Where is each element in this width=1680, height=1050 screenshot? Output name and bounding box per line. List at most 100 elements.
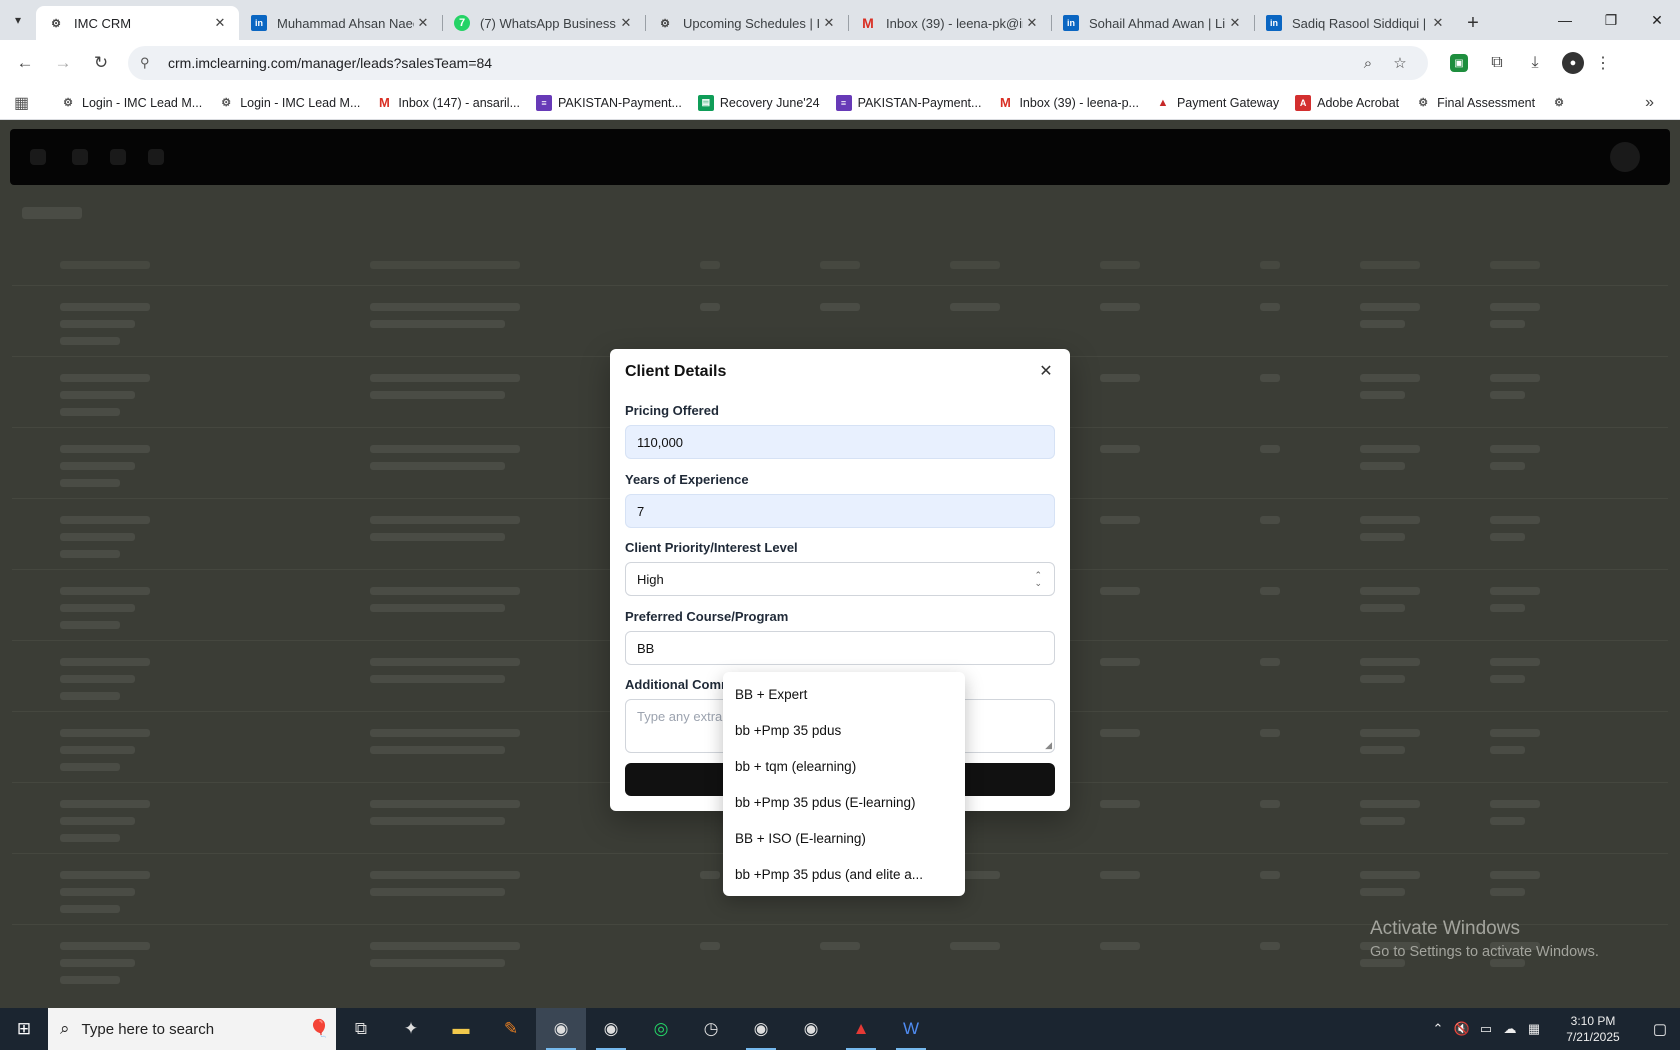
- new-tab-plus-icon[interactable]: +: [1457, 6, 1489, 40]
- network-icon[interactable]: ▦: [1522, 1021, 1546, 1037]
- close-icon[interactable]: ✕: [1429, 14, 1447, 32]
- chevron-double-right-icon[interactable]: »: [1645, 94, 1654, 112]
- clock[interactable]: 3:10 PM 7/21/2025: [1552, 1013, 1634, 1045]
- bookmark-item[interactable]: ⚙ Login - IMC Lead M...: [52, 95, 210, 111]
- table-cell-ghost: [60, 905, 120, 913]
- notification-icon[interactable]: ▢: [1640, 1020, 1680, 1038]
- suggestion-option[interactable]: bb +Pmp 35 pdus: [723, 712, 965, 748]
- url-text[interactable]: crm.imclearning.com/manager/leads?salesT…: [168, 55, 1352, 71]
- bookmark-item[interactable]: ▤ Recovery June'24: [690, 94, 828, 111]
- browser-tab-upcoming-schedules[interactable]: ⚙ Upcoming Schedules | IM ✕: [645, 6, 848, 40]
- suggestion-option[interactable]: BB + ISO (E-learning): [723, 820, 965, 856]
- browser-tab-whatsapp[interactable]: 7 (7) WhatsApp Business ✕: [442, 6, 645, 40]
- table-header-ghost: [1260, 261, 1280, 269]
- close-icon[interactable]: ✕: [1036, 361, 1056, 381]
- table-cell-ghost: [1260, 942, 1280, 950]
- acrobat-icon[interactable]: ▲: [836, 1008, 886, 1050]
- bookmark-item[interactable]: ≡ PAKISTAN-Payment...: [828, 94, 990, 111]
- browser-tab-linkedin-2[interactable]: in Sohail Ahmad Awan | Lin ✕: [1051, 6, 1254, 40]
- chrome-icon[interactable]: ◉: [736, 1008, 786, 1050]
- table-cell-ghost: [60, 729, 150, 737]
- zoom-icon[interactable]: ⌕: [1352, 55, 1384, 72]
- table-cell-ghost: [1260, 516, 1280, 524]
- table-header-ghost: [950, 261, 1000, 269]
- chrome-icon[interactable]: ◉: [786, 1008, 836, 1050]
- close-icon[interactable]: ✕: [414, 14, 432, 32]
- chrome-icon[interactable]: ◉: [536, 1008, 586, 1050]
- close-icon[interactable]: ✕: [211, 14, 229, 32]
- bookmark-label: PAKISTAN-Payment...: [857, 95, 982, 110]
- bookmark-item[interactable]: ≡ PAKISTAN-Payment...: [528, 94, 690, 111]
- close-icon[interactable]: ✕: [820, 14, 838, 32]
- table-cell-ghost: [370, 516, 520, 524]
- chrome-icon[interactable]: ◉: [586, 1008, 636, 1050]
- table-cell-ghost: [700, 871, 720, 879]
- table-header-ghost: [700, 261, 720, 269]
- priority-value: High: [637, 571, 664, 587]
- bookmark-item[interactable]: ⚙ Final Assessment: [1407, 95, 1543, 111]
- download-icon[interactable]: ⤓: [1516, 46, 1554, 80]
- bookmark-star-icon[interactable]: ☆: [1384, 54, 1416, 72]
- file-explorer-icon[interactable]: ▬: [436, 1008, 486, 1050]
- clock-app-icon[interactable]: ◷: [686, 1008, 736, 1050]
- chevron-up-icon[interactable]: ⌃: [1426, 1021, 1450, 1037]
- bookmark-item[interactable]: M Inbox (39) - leena-p...: [989, 95, 1147, 111]
- profile-avatar[interactable]: ●: [1562, 52, 1584, 74]
- browser-tab-imc-crm[interactable]: ⚙ IMC CRM ✕: [36, 6, 239, 40]
- site-info-icon[interactable]: ⚲: [140, 55, 158, 71]
- reload-icon[interactable]: ↻: [84, 46, 118, 80]
- bookmark-item[interactable]: ⚙: [1543, 95, 1581, 111]
- apps-grid-icon[interactable]: ▦: [14, 93, 44, 113]
- bookmark-item[interactable]: A Adobe Acrobat: [1287, 94, 1407, 111]
- camera-icon[interactable]: ▭: [1474, 1021, 1498, 1037]
- gmail-icon: M: [862, 15, 874, 31]
- close-icon[interactable]: ✕: [1023, 14, 1041, 32]
- browser-tab-gmail[interactable]: M Inbox (39) - leena-pk@im ✕: [848, 6, 1051, 40]
- bookmark-item[interactable]: ▲ Payment Gateway: [1147, 95, 1287, 111]
- course-input[interactable]: BB: [625, 631, 1055, 665]
- pricing-input[interactable]: 110,000: [625, 425, 1055, 459]
- close-window-icon[interactable]: ✕: [1634, 0, 1680, 40]
- windows-start-icon[interactable]: ⊞: [0, 1008, 48, 1050]
- close-icon[interactable]: ✕: [1226, 14, 1244, 32]
- restore-icon[interactable]: ❐: [1588, 0, 1634, 40]
- comments-label: Additional Comm: [625, 677, 733, 692]
- puzzle-extensions-icon[interactable]: ⧉: [1478, 46, 1516, 80]
- taskbar-search[interactable]: ⌕ Type here to search 🎈: [48, 1008, 336, 1050]
- close-icon[interactable]: ✕: [617, 14, 635, 32]
- table-cell-ghost: [60, 658, 150, 666]
- word-icon[interactable]: W: [886, 1008, 936, 1050]
- bookmark-item[interactable]: M Inbox (147) - ansaril...: [368, 95, 528, 111]
- tab-search-chevron-icon[interactable]: ▾: [0, 0, 36, 40]
- pricing-value: 110,000: [637, 434, 684, 450]
- bookmark-label: Inbox (147) - ansaril...: [398, 95, 520, 110]
- volume-muted-icon[interactable]: 🔇: [1450, 1021, 1474, 1037]
- onedrive-icon[interactable]: ☁: [1498, 1021, 1522, 1037]
- tab-title: IMC CRM: [74, 15, 132, 31]
- extension-icon[interactable]: ▣: [1450, 54, 1468, 72]
- browser-tab-linkedin-3[interactable]: in Sadiq Rasool Siddiqui | Li ✕: [1254, 6, 1457, 40]
- table-cell-ghost: [820, 942, 860, 950]
- minimize-icon[interactable]: —: [1542, 0, 1588, 40]
- bookmark-item[interactable]: ⚙ Login - IMC Lead M...: [210, 95, 368, 111]
- table-cell-ghost: [1490, 658, 1540, 666]
- suggestion-option[interactable]: bb + tqm (elearning): [723, 748, 965, 784]
- back-arrow-icon[interactable]: ←: [8, 46, 42, 80]
- browser-tab-linkedin[interactable]: in Muhammad Ahsan Naee ✕: [239, 6, 442, 40]
- suggestion-option[interactable]: bb +Pmp 35 pdus (and elite a...: [723, 856, 965, 892]
- experience-input[interactable]: 7: [625, 494, 1055, 528]
- table-cell-ghost: [1100, 729, 1140, 737]
- forward-arrow-icon[interactable]: →: [46, 46, 80, 80]
- forms-icon: ≡: [536, 94, 552, 111]
- app-icon[interactable]: ✎: [486, 1008, 536, 1050]
- imc-logo-icon: ⚙: [63, 97, 73, 109]
- suggestion-option[interactable]: BB + Expert: [723, 676, 965, 712]
- whatsapp-icon[interactable]: ◎: [636, 1008, 686, 1050]
- suggestion-option[interactable]: bb +Pmp 35 pdus (E-learning): [723, 784, 965, 820]
- task-view-icon[interactable]: ⧉: [336, 1008, 386, 1050]
- address-bar[interactable]: ⚲ crm.imclearning.com/manager/leads?sale…: [128, 46, 1428, 80]
- copilot-icon[interactable]: ✦: [386, 1008, 436, 1050]
- priority-select[interactable]: High ⌃ ⌄: [625, 562, 1055, 596]
- resize-grip-icon[interactable]: ◢: [1045, 740, 1052, 751]
- menu-kebab-icon[interactable]: ⋮: [1584, 46, 1622, 80]
